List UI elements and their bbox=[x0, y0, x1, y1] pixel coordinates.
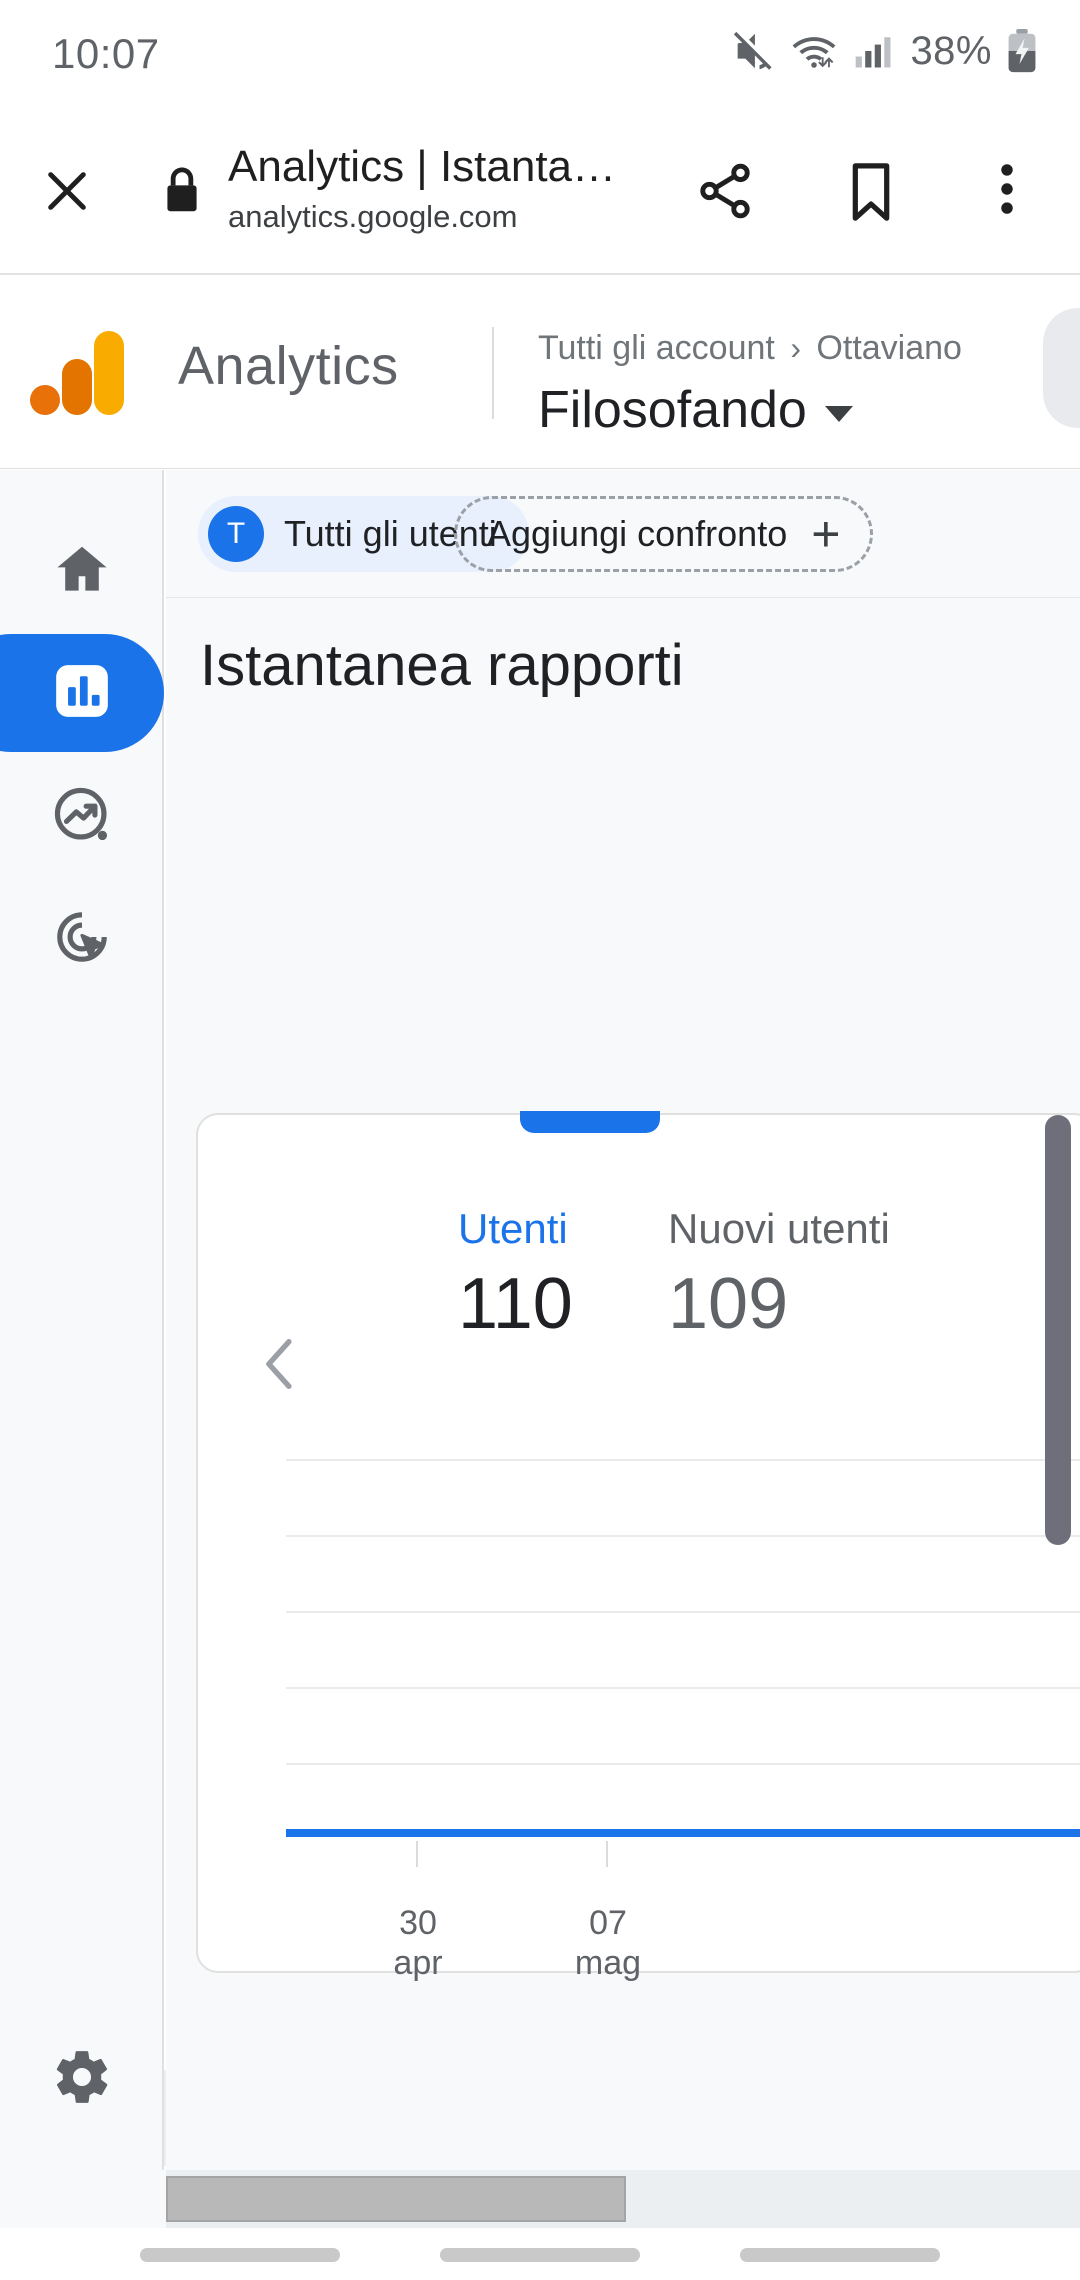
wifi-icon bbox=[790, 28, 838, 74]
chip-add-comparison[interactable]: Aggiungi confronto + bbox=[454, 496, 874, 572]
property-name: Filosofando bbox=[538, 381, 807, 439]
close-button[interactable] bbox=[32, 158, 102, 228]
lock-icon bbox=[160, 165, 204, 220]
metric-utenti-label: Utenti bbox=[458, 1205, 568, 1252]
nav-gesture-pill[interactable] bbox=[140, 2248, 340, 2262]
status-icons-group: 38% bbox=[730, 28, 1038, 74]
metric-nuovi-utenti[interactable]: Nuovi utenti 109 bbox=[668, 1205, 890, 1345]
gridline bbox=[286, 1611, 1080, 1613]
sidebar-item-home[interactable] bbox=[0, 513, 164, 631]
close-icon bbox=[39, 163, 95, 224]
metric-nuovi-utenti-label: Nuovi utenti bbox=[668, 1205, 890, 1252]
sidebar-item-reports[interactable] bbox=[0, 634, 164, 752]
gridline bbox=[286, 1763, 1080, 1765]
app-screen: 10:07 38% Analytics | Istanta… analytics… bbox=[0, 0, 1080, 2280]
breadcrumb-root: Tutti gli account bbox=[538, 329, 775, 367]
signal-icon bbox=[852, 29, 896, 73]
url-bar[interactable]: Analytics | Istanta… analytics.google.co… bbox=[228, 138, 668, 238]
analytics-wordmark: Analytics bbox=[178, 336, 399, 396]
metric-nuovi-utenti-value: 109 bbox=[668, 1264, 789, 1344]
avatar: T bbox=[208, 506, 264, 562]
users-line-chart: 30 apr 07 mag bbox=[220, 1445, 1080, 1982]
battery-percent-label: 38% bbox=[910, 28, 992, 73]
google-analytics-logo-icon bbox=[28, 327, 128, 419]
nav-gesture-pill[interactable] bbox=[440, 2248, 640, 2262]
bookmark-button[interactable] bbox=[840, 158, 902, 231]
share-icon bbox=[694, 163, 756, 226]
chevron-down-icon bbox=[824, 406, 853, 422]
nav-gesture-pill[interactable] bbox=[740, 2248, 940, 2262]
page-url: analytics.google.com bbox=[228, 199, 518, 234]
comparison-chips-row: T Tutti gli utenti Aggiungi confronto + bbox=[166, 470, 1080, 598]
header-divider bbox=[492, 327, 494, 419]
x-tick-label: 07 mag bbox=[528, 1903, 688, 1983]
metric-card-wrapper: Utenti 110 Nuovi utenti 109 30 apr 07 ma… bbox=[166, 943, 1080, 1982]
sidebar-item-advertising[interactable] bbox=[0, 880, 164, 998]
chevron-left-icon bbox=[256, 1339, 304, 1397]
plus-icon: + bbox=[811, 506, 841, 562]
header-action-pill[interactable] bbox=[1043, 308, 1080, 428]
active-metric-tab-indicator bbox=[520, 1111, 660, 1133]
sidebar-item-admin[interactable] bbox=[0, 2020, 164, 2138]
breadcrumb-account: Ottaviano bbox=[816, 329, 962, 367]
home-icon bbox=[51, 539, 113, 606]
share-button[interactable] bbox=[694, 160, 756, 227]
browser-toolbar: Analytics | Istanta… analytics.google.co… bbox=[0, 110, 1080, 275]
x-tick bbox=[606, 1841, 608, 1867]
x-tick-label-month: apr bbox=[393, 1944, 443, 1982]
mute-icon bbox=[730, 28, 776, 74]
breadcrumb-separator-icon: › bbox=[790, 330, 801, 366]
bottom-filler bbox=[0, 2170, 166, 2228]
horizontal-scrollbar-track[interactable] bbox=[166, 2170, 1080, 2228]
metric-utenti[interactable]: Utenti 110 bbox=[458, 1205, 573, 1345]
x-tick-label: 30 apr bbox=[338, 1903, 498, 1983]
system-navigation-bar bbox=[0, 2228, 1080, 2280]
more-vertical-icon bbox=[978, 164, 1036, 224]
page-title: Analytics | Istanta… bbox=[228, 142, 617, 191]
metric-card: Utenti 110 Nuovi utenti 109 30 apr 07 ma… bbox=[196, 1111, 1080, 1982]
sidebar bbox=[0, 470, 164, 2170]
bar-chart-icon bbox=[51, 660, 113, 727]
vertical-scrollbar[interactable] bbox=[1045, 1115, 1071, 1545]
status-bar: 10:07 38% bbox=[0, 0, 1080, 110]
x-tick-label-day: 30 bbox=[399, 1904, 437, 1942]
gridline bbox=[286, 1687, 1080, 1689]
target-cursor-icon bbox=[51, 906, 113, 973]
battery-charging-icon bbox=[1006, 28, 1038, 74]
gear-icon bbox=[51, 2046, 113, 2113]
previous-metric-button[interactable] bbox=[256, 1335, 304, 1398]
x-tick bbox=[416, 1841, 418, 1867]
x-tick-label-month: mag bbox=[574, 1944, 642, 1982]
gridline bbox=[286, 1535, 1080, 1537]
horizontal-scrollbar-thumb[interactable] bbox=[166, 2176, 626, 2222]
sidebar-item-explore[interactable] bbox=[0, 758, 164, 876]
metric-utenti-value: 110 bbox=[458, 1264, 573, 1344]
analytics-header: Analytics Tutti gli account › Ottaviano … bbox=[0, 277, 1080, 469]
browser-menu-button[interactable] bbox=[978, 158, 1036, 225]
page-title-heading: Istantanea rapporti bbox=[200, 633, 684, 698]
chip-add-comparison-label: Aggiungi confronto bbox=[487, 513, 788, 554]
gridline bbox=[286, 1459, 1080, 1461]
explore-trend-icon bbox=[51, 784, 113, 851]
bookmark-icon bbox=[840, 163, 902, 230]
utenti-series-line bbox=[286, 1829, 1080, 1837]
status-time: 10:07 bbox=[52, 30, 160, 77]
property-selector[interactable]: Filosofando bbox=[538, 380, 853, 440]
breadcrumb[interactable]: Tutti gli account › Ottaviano bbox=[538, 329, 962, 368]
main-content: T Tutti gli utenti Aggiungi confronto + … bbox=[166, 470, 1080, 2170]
x-tick-label-day: 07 bbox=[589, 1904, 627, 1942]
